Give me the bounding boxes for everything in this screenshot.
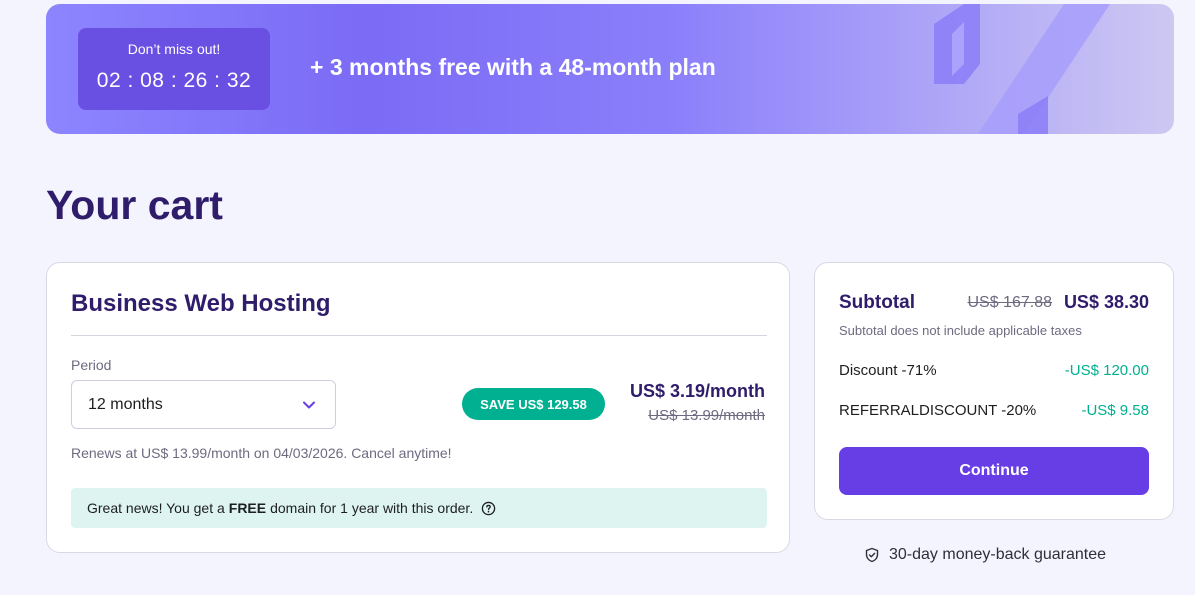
- save-badge: SAVE US$ 129.58: [462, 388, 605, 420]
- money-back-guarantee: 30-day money-back guarantee: [864, 545, 1106, 565]
- order-summary-card: Subtotal US$ 167.88 US$ 38.30 Subtotal d…: [814, 262, 1174, 520]
- promo-banner: Don’t miss out! 02 : 08 : 26 : 32 + 3 mo…: [46, 4, 1174, 134]
- subtotal-current: US$ 38.30: [1063, 292, 1149, 312]
- subtotal-label: Subtotal: [839, 292, 915, 313]
- product-name: Business Web Hosting: [71, 290, 331, 317]
- chevron-down-icon: [303, 401, 315, 408]
- free-domain-note: Great news! You get a FREE domain for 1 …: [71, 488, 767, 528]
- domain-note-bold: FREE: [228, 500, 267, 516]
- countdown-title: Don’t miss out!: [127, 41, 221, 57]
- promo-text: + 3 months free with a 48-month plan: [310, 54, 716, 80]
- discount-label: Discount -71%: [839, 362, 937, 379]
- domain-note-prefix: Great news! You get a: [87, 500, 225, 516]
- referral-discount-value: -US$ 9.58: [1081, 402, 1149, 419]
- subtotal-original: US$ 167.88: [967, 294, 1052, 311]
- countdown-box: Don’t miss out! 02 : 08 : 26 : 32: [78, 28, 270, 110]
- cart-item-card: Business Web Hosting Period 12 months SA…: [46, 262, 790, 553]
- shield-check-icon: [865, 547, 879, 563]
- page-title: Your cart: [46, 182, 223, 228]
- domain-note-suffix: domain for 1 year with this order.: [270, 500, 474, 516]
- period-value: 12 months: [88, 395, 163, 413]
- continue-button[interactable]: Continue: [839, 447, 1149, 495]
- price-current: US$ 3.19/month: [629, 381, 765, 401]
- price-original: US$ 13.99/month: [648, 407, 765, 424]
- percent-icon: [934, 4, 1110, 134]
- countdown-timer: 02 : 08 : 26 : 32: [96, 69, 252, 92]
- period-label: Period: [71, 357, 112, 373]
- question-circle-icon[interactable]: [481, 501, 496, 516]
- referral-discount-label: REFERRALDISCOUNT -20%: [839, 402, 1037, 419]
- discount-value: -US$ 120.00: [1064, 362, 1149, 379]
- renewal-note: Renews at US$ 13.99/month on 04/03/2026.…: [71, 445, 452, 461]
- guarantee-text: 30-day money-back guarantee: [889, 546, 1107, 563]
- divider: [71, 335, 767, 336]
- period-select[interactable]: 12 months: [71, 380, 336, 429]
- tax-note: Subtotal does not include applicable tax…: [839, 323, 1082, 338]
